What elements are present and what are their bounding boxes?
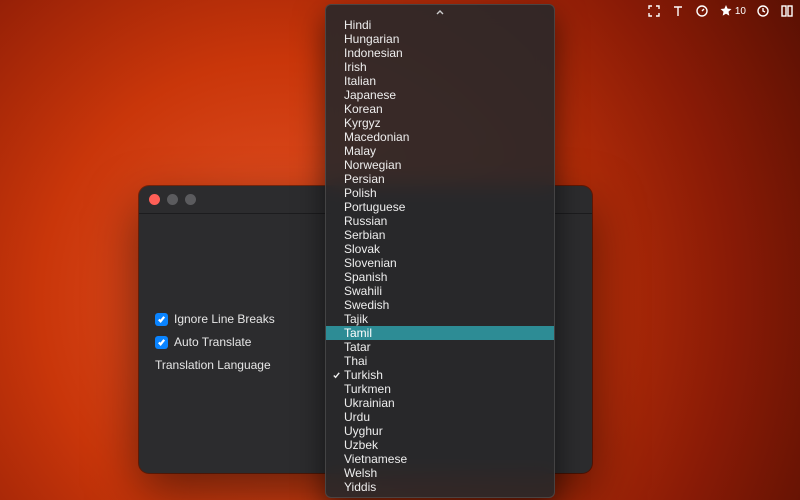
language-option-label: Turkmen: [344, 382, 391, 396]
language-option-label: Spanish: [344, 270, 387, 284]
language-option-label: Turkish: [344, 368, 383, 382]
language-option-label: Polish: [344, 186, 377, 200]
language-option[interactable]: Tamil: [326, 326, 554, 340]
star-icon: [719, 4, 733, 18]
language-option-label: Uzbek: [344, 438, 378, 452]
language-option[interactable]: Indonesian: [326, 46, 554, 60]
language-option[interactable]: Swedish: [326, 298, 554, 312]
language-option-label: Kyrgyz: [344, 116, 381, 130]
language-option-label: Tamil: [344, 326, 372, 340]
language-option[interactable]: Malay: [326, 144, 554, 158]
language-option-label: Vietnamese: [344, 452, 407, 466]
language-option[interactable]: Welsh: [326, 466, 554, 480]
language-option-label: Swahili: [344, 284, 382, 298]
language-option-label: Urdu: [344, 410, 370, 424]
gauge-icon[interactable]: [695, 4, 709, 18]
language-option-label: Thai: [344, 354, 367, 368]
language-option[interactable]: Polish: [326, 186, 554, 200]
language-option[interactable]: Spanish: [326, 270, 554, 284]
fullscreen-icon[interactable]: [647, 4, 661, 18]
language-option[interactable]: Serbian: [326, 228, 554, 242]
language-option-label: Tajik: [344, 312, 368, 326]
language-option[interactable]: Korean: [326, 102, 554, 116]
language-option[interactable]: Turkmen: [326, 382, 554, 396]
language-option[interactable]: Urdu: [326, 410, 554, 424]
ignore-line-breaks-label: Ignore Line Breaks: [174, 312, 275, 326]
language-option-label: Welsh: [344, 466, 377, 480]
language-option[interactable]: Thai: [326, 354, 554, 368]
language-option-label: Slovenian: [344, 256, 397, 270]
auto-translate-label: Auto Translate: [174, 335, 251, 349]
language-option-label: Norwegian: [344, 158, 401, 172]
language-option[interactable]: Macedonian: [326, 130, 554, 144]
language-option-label: Russian: [344, 214, 387, 228]
language-option-label: Tatar: [344, 340, 371, 354]
language-option-label: Serbian: [344, 228, 385, 242]
chevron-up-icon: [436, 9, 444, 15]
language-option-label: Indonesian: [344, 46, 403, 60]
star-count: 10: [735, 6, 746, 17]
ignore-line-breaks-checkbox[interactable]: [155, 313, 168, 326]
window-close-button[interactable]: [149, 194, 160, 205]
dropdown-scroll-up[interactable]: [326, 8, 554, 18]
language-option-label: Yiddis: [344, 480, 376, 494]
auto-translate-checkbox[interactable]: [155, 336, 168, 349]
language-option-label: Uyghur: [344, 424, 383, 438]
language-option-label: Swedish: [344, 298, 389, 312]
language-option-label: Portuguese: [344, 200, 405, 214]
star-rating[interactable]: 10: [719, 4, 746, 18]
language-option[interactable]: Yiddis: [326, 480, 554, 494]
language-option-label: Macedonian: [344, 130, 409, 144]
language-option[interactable]: Ukrainian: [326, 396, 554, 410]
language-option-label: Persian: [344, 172, 385, 186]
language-option[interactable]: Portuguese: [326, 200, 554, 214]
language-option[interactable]: Japanese: [326, 88, 554, 102]
language-option-label: Korean: [344, 102, 383, 116]
language-option[interactable]: Tajik: [326, 312, 554, 326]
language-option[interactable]: Vietnamese: [326, 452, 554, 466]
language-option[interactable]: Hungarian: [326, 32, 554, 46]
language-option[interactable]: Slovak: [326, 242, 554, 256]
clock-icon[interactable]: [756, 4, 770, 18]
language-option[interactable]: Slovenian: [326, 256, 554, 270]
language-option[interactable]: Tatar: [326, 340, 554, 354]
language-option-label: Slovak: [344, 242, 380, 256]
language-option[interactable]: Italian: [326, 74, 554, 88]
language-dropdown[interactable]: HindiHungarianIndonesianIrishItalianJapa…: [325, 4, 555, 498]
language-option-label: Malay: [344, 144, 376, 158]
language-option[interactable]: Uyghur: [326, 424, 554, 438]
language-option[interactable]: Irish: [326, 60, 554, 74]
check-icon: [331, 368, 341, 382]
text-icon[interactable]: [671, 4, 685, 18]
language-option-label: Italian: [344, 74, 376, 88]
language-option[interactable]: Turkish: [326, 368, 554, 382]
language-option[interactable]: Norwegian: [326, 158, 554, 172]
language-option-label: Japanese: [344, 88, 396, 102]
translation-language-label: Translation Language: [155, 358, 271, 372]
language-option[interactable]: Hindi: [326, 18, 554, 32]
language-option[interactable]: Russian: [326, 214, 554, 228]
language-option[interactable]: Uzbek: [326, 438, 554, 452]
language-option[interactable]: Swahili: [326, 284, 554, 298]
language-option-label: Irish: [344, 60, 367, 74]
dropdown-items: HindiHungarianIndonesianIrishItalianJapa…: [326, 18, 554, 494]
language-option[interactable]: Persian: [326, 172, 554, 186]
window-zoom-button[interactable]: [185, 194, 196, 205]
window-minimize-button[interactable]: [167, 194, 178, 205]
language-option-label: Ukrainian: [344, 396, 395, 410]
language-option-label: Hungarian: [344, 32, 399, 46]
panel-icon[interactable]: [780, 4, 794, 18]
language-option-label: Hindi: [344, 18, 371, 32]
language-option[interactable]: Kyrgyz: [326, 116, 554, 130]
